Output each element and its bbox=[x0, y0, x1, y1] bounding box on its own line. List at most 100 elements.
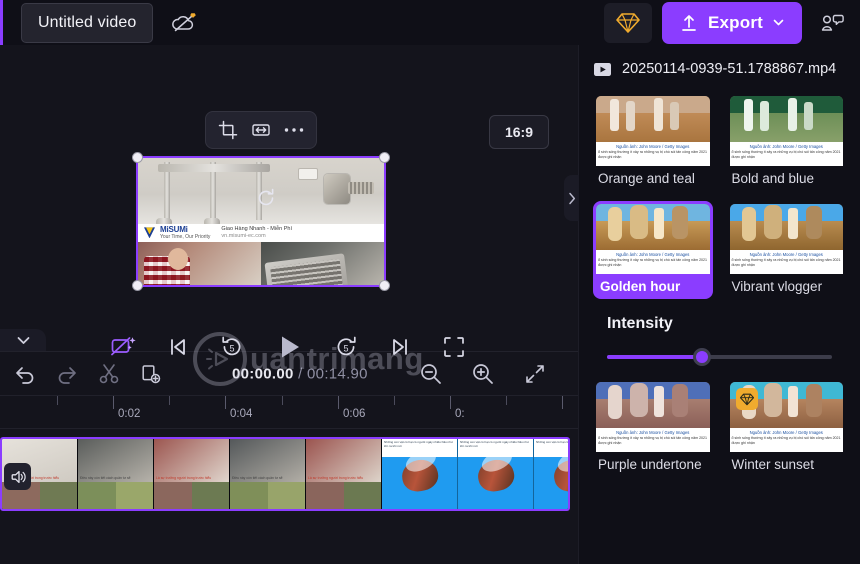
replay-5-icon[interactable]: 5 bbox=[218, 333, 246, 361]
filter-label: Winter sunset bbox=[731, 457, 815, 472]
aspect-ratio-badge[interactable]: 16:9 bbox=[489, 115, 549, 149]
clip-thumbnail-frame: Những con vật có hại có người ngày nhiều… bbox=[458, 439, 534, 509]
product-tag bbox=[298, 168, 318, 180]
filter-label: Golden hour bbox=[600, 279, 681, 294]
playback-controls: 5 5 bbox=[0, 319, 578, 375]
thumb-caption: Nguồn ảnh: John Moore / Getty Images bbox=[749, 144, 823, 150]
editor-column: 16:9 MiSUMi Your Time, Our Priority Giao… bbox=[0, 45, 579, 564]
ruler-label: 0:04 bbox=[230, 408, 253, 420]
misumi-tagline: Your Time, Our Priority bbox=[160, 234, 211, 241]
screw-shaft bbox=[348, 182, 374, 194]
rotate-handle[interactable] bbox=[255, 187, 277, 209]
premium-upgrade-button[interactable] bbox=[604, 2, 652, 43]
slider-knob[interactable] bbox=[692, 348, 711, 366]
clip-thumbnail-frame: Những con vật có hại có người ngày nhiều… bbox=[534, 439, 568, 509]
clip-thumbnail-frame: Những con vật có hại có người ngày nhiều… bbox=[382, 439, 458, 509]
more-options-icon[interactable] bbox=[281, 117, 307, 143]
clip-thumbnail-frame: Là sự trưởng người trong trước hiểu bbox=[154, 439, 230, 509]
resize-handle-bottom-right[interactable] bbox=[379, 280, 390, 291]
misumi-brand-text: MiSUMi bbox=[160, 225, 188, 235]
volume-icon[interactable] bbox=[4, 463, 31, 490]
thumb-body: ổ sinh sống thường ít xảy ra những vụ bị… bbox=[731, 258, 841, 267]
forward-5-icon[interactable]: 5 bbox=[332, 333, 360, 361]
fullscreen-icon[interactable] bbox=[440, 333, 468, 361]
filter-card-golden-hour[interactable]: Nguồn ảnh: John Moore / Getty Images ổ s… bbox=[593, 201, 713, 299]
export-button[interactable]: Export bbox=[662, 1, 802, 44]
skip-next-icon[interactable] bbox=[386, 333, 414, 361]
right-properties-panel: 20250114-0939-51.1788867.mp4 Nguồn ảnh: … bbox=[578, 45, 860, 564]
svg-text:5: 5 bbox=[229, 344, 234, 354]
collaborators-icon[interactable] bbox=[814, 5, 850, 41]
upload-icon bbox=[679, 13, 699, 33]
video-stage: 16:9 MiSUMi Your Time, Our Priority Giao… bbox=[0, 45, 579, 386]
filter-card-winter-sunset[interactable]: Nguồn ảnh: John Moore / Getty Images ổ s… bbox=[727, 379, 847, 477]
chevron-right-icon bbox=[568, 192, 576, 205]
left-accent-sliver bbox=[0, 0, 3, 45]
thumb-body: ổ sinh sống thường ít xảy ra những vụ bị… bbox=[598, 150, 708, 159]
filter-grid-bottom: Nguồn ảnh: John Moore / Getty Images ổ s… bbox=[593, 379, 846, 477]
screw-head bbox=[324, 174, 350, 204]
resize-handle-top-left[interactable] bbox=[132, 152, 143, 163]
aspect-ratio-value: 16:9 bbox=[504, 124, 534, 140]
editor-body: 16:9 MiSUMi Your Time, Our Priority Giao… bbox=[0, 45, 860, 564]
thumb-body: ổ sinh sống thường ít xảy ra những vụ bị… bbox=[598, 436, 708, 445]
thumb-body: ổ sinh sống thường ít xảy ra những vụ bị… bbox=[731, 436, 841, 445]
filter-thumbnail: Nguồn ảnh: John Moore / Getty Images ổ s… bbox=[596, 96, 710, 166]
filter-label: Bold and blue bbox=[731, 171, 815, 186]
video-headline: Giao Hàng Nhanh - Miễn Phí bbox=[221, 226, 293, 233]
lifestyle-photo-left bbox=[138, 241, 261, 285]
filter-thumbnail: Nguồn ảnh: John Moore / Getty Images ổ s… bbox=[596, 204, 710, 274]
filter-thumbnail: Nguồn ảnh: John Moore / Getty Images ổ s… bbox=[729, 204, 843, 274]
filter-card-bold-and-blue[interactable]: Nguồn ảnh: John Moore / Getty Images ổ s… bbox=[727, 93, 847, 191]
play-button[interactable] bbox=[272, 330, 306, 364]
timeline-tracks: Là sự trưởng người trong trước hiểu Điều… bbox=[0, 429, 578, 564]
video-file-icon bbox=[593, 61, 612, 78]
filter-thumbnail: Nguồn ảnh: John Moore / Getty Images ổ s… bbox=[596, 382, 710, 452]
filter-label: Purple undertone bbox=[598, 457, 702, 472]
video-clip[interactable]: Là sự trưởng người trong trước hiểu Điều… bbox=[0, 437, 570, 511]
video-subline: vn.misumi-ec.com bbox=[221, 232, 266, 239]
clip-thumbnail-frame: Là sự trưởng người trong trước hiểu bbox=[306, 439, 382, 509]
filter-grid-top: Nguồn ảnh: John Moore / Getty Images ổ s… bbox=[593, 93, 846, 299]
svg-text:5: 5 bbox=[343, 344, 348, 354]
video-floating-toolbar bbox=[205, 111, 317, 149]
thumb-caption: Nguồn ảnh: John Moore / Getty Images bbox=[749, 430, 823, 436]
resize-handle-bottom-left[interactable] bbox=[132, 280, 143, 291]
filter-card-vibrant-vlogger[interactable]: Nguồn ảnh: John Moore / Getty Images ổ s… bbox=[727, 201, 847, 299]
video-brand-row: MiSUMi Your Time, Our Priority Giao Hàng… bbox=[138, 224, 384, 242]
export-label: Export bbox=[707, 12, 764, 32]
ruler-label: 0:02 bbox=[118, 408, 141, 420]
chevron-down-icon bbox=[772, 16, 785, 29]
intensity-slider[interactable] bbox=[607, 348, 832, 366]
flip-horizontal-icon[interactable] bbox=[248, 117, 274, 143]
filters-scroll-area[interactable]: Nguồn ảnh: John Moore / Getty Images ổ s… bbox=[579, 93, 860, 564]
video-frame-bottom-images bbox=[138, 241, 384, 285]
magic-filter-icon[interactable] bbox=[110, 333, 138, 361]
thumb-caption: Nguồn ảnh: John Moore / Getty Images bbox=[616, 144, 690, 150]
premium-diamond-icon bbox=[616, 12, 640, 34]
thumb-caption: Nguồn ảnh: John Moore / Getty Images bbox=[616, 252, 690, 258]
selected-filename: 20250114-0939-51.1788867.mp4 bbox=[622, 61, 837, 77]
timeline: 00:00.00 / 00:14.90 0:02 0:04 0:06 0: Là… bbox=[0, 351, 578, 564]
ruler-label: 0: bbox=[455, 408, 465, 420]
filter-card-orange-and-teal[interactable]: Nguồn ảnh: John Moore / Getty Images ổ s… bbox=[593, 93, 713, 191]
intensity-label: Intensity bbox=[607, 315, 673, 332]
thumb-body: ổ sinh sống thường ít xảy ra những vụ bị… bbox=[731, 150, 841, 159]
thumb-caption: Nguồn ảnh: John Moore / Getty Images bbox=[616, 430, 690, 436]
filter-card-purple-undertone[interactable]: Nguồn ảnh: John Moore / Getty Images ổ s… bbox=[593, 379, 713, 477]
clipchamp-editor: Untitled video Export 16:9 MiSUMi Your T… bbox=[0, 0, 860, 564]
resize-handle-top-right[interactable] bbox=[379, 152, 390, 163]
project-title-input[interactable]: Untitled video bbox=[21, 2, 154, 43]
thumb-body: ổ sinh sống thường ít xảy ra những vụ bị… bbox=[598, 258, 708, 267]
crop-icon[interactable] bbox=[215, 117, 241, 143]
cloud-off-icon[interactable] bbox=[169, 8, 199, 38]
clip-thumbnail-frame: Điều này còn tiết cách quản tư sẽ bbox=[230, 439, 306, 509]
collapse-right-panel-handle[interactable] bbox=[564, 175, 579, 221]
filter-label: Vibrant vlogger bbox=[731, 279, 823, 294]
timeline-ruler[interactable]: 0:02 0:04 0:06 0: bbox=[0, 395, 578, 429]
lifestyle-photo-right bbox=[261, 241, 384, 285]
skip-previous-icon[interactable] bbox=[164, 333, 192, 361]
filter-label: Orange and teal bbox=[598, 171, 695, 186]
video-preview-selection[interactable]: MiSUMi Your Time, Our Priority Giao Hàng… bbox=[132, 152, 390, 291]
clip-thumbnail-frame: Điều này còn tiết cách quản tư sẽ bbox=[78, 439, 154, 509]
